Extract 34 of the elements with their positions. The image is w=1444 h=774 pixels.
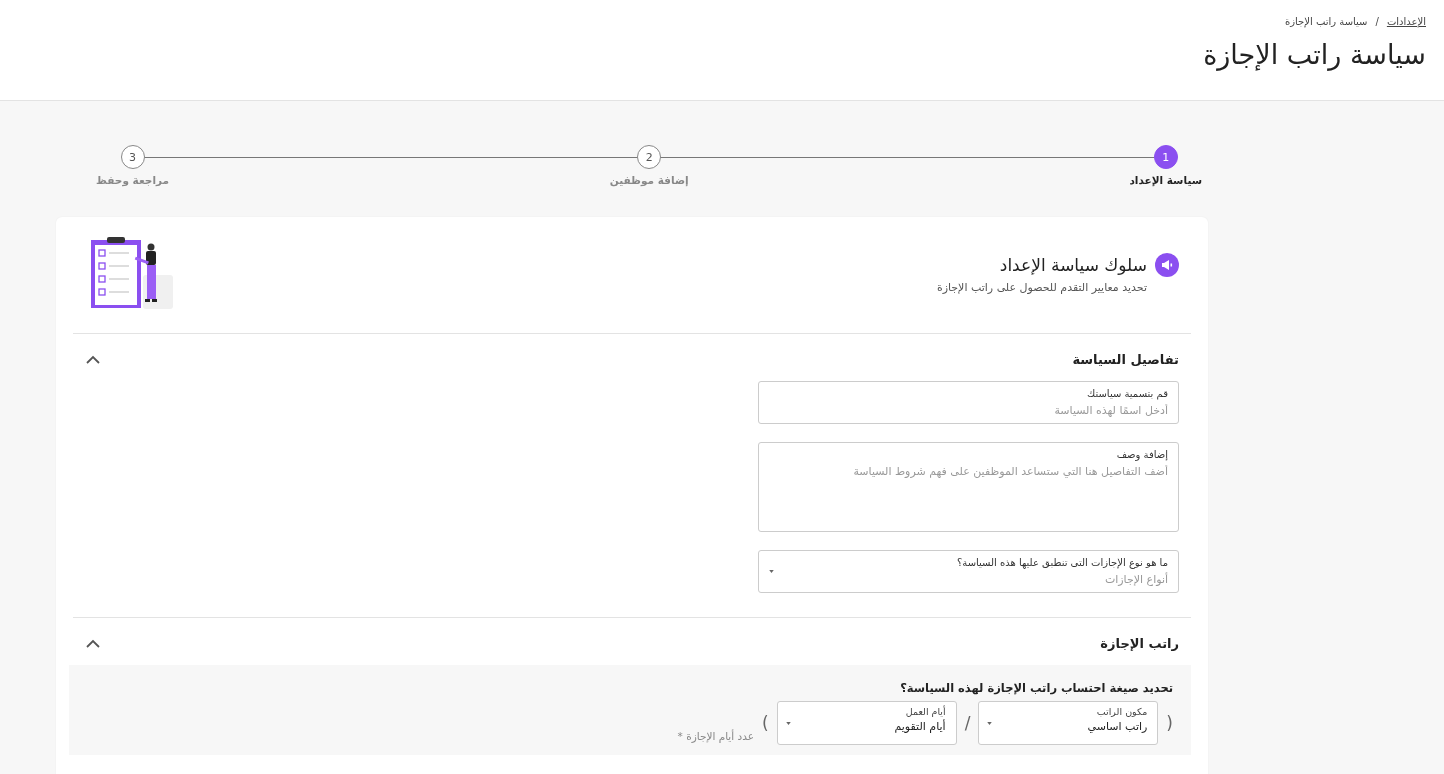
dropdown-value: راتب اساسي xyxy=(1087,720,1148,733)
collapse-icon[interactable] xyxy=(85,354,101,365)
caret-icon xyxy=(987,722,993,725)
formula-question: تحديد صيغة احتساب راتب الإجازة لهذه السياسة؟ xyxy=(899,681,1173,695)
breadcrumb-separator: / xyxy=(1375,16,1379,27)
dropdown-placeholder: أنواع الإجازات xyxy=(1104,573,1168,586)
step-label[interactable]: سياسة الإعداد xyxy=(1129,174,1202,186)
field-label: ما هو نوع الإجازات التى تنطبق عليها هذه السياسة؟ xyxy=(955,557,1168,568)
step-number[interactable]: 1 xyxy=(1153,145,1178,169)
intro-subtitle: تحديد معايير التقدم للحصول على راتب الإجازة xyxy=(936,280,1147,294)
leave-type-dropdown[interactable]: ما هو نوع الإجازات التى تنطبق عليها هذه السياسة؟ أنواع الإجازات xyxy=(758,550,1179,593)
dropdown-label: مكون الراتب xyxy=(1095,706,1148,717)
caret-icon xyxy=(769,570,774,573)
section-title: راتب الإجازة xyxy=(1100,636,1179,651)
open-parenthesis: ( xyxy=(1166,713,1173,733)
close-parenthesis: ) xyxy=(762,713,769,733)
intro-title: سلوك سياسة الإعداد xyxy=(999,254,1147,275)
step-number[interactable]: 2 xyxy=(637,145,662,169)
dropdown-value: أيام التقويم xyxy=(894,720,946,733)
divide-sign: / xyxy=(964,713,971,733)
breadcrumb-link[interactable]: الإعدادات xyxy=(1386,16,1426,27)
step-number[interactable]: 3 xyxy=(120,145,145,169)
caret-icon xyxy=(785,722,791,725)
formula-dropdown[interactable]: مكون الراتب راتب اساسي xyxy=(978,701,1159,745)
page-title: سياسة راتب الإجازة xyxy=(1203,39,1426,70)
collapse-icon[interactable] xyxy=(85,638,101,649)
formula-dropdown[interactable]: أيام العمل أيام التقويم xyxy=(776,701,957,745)
field-label: إضافة وصف xyxy=(1115,449,1168,460)
field-label: قم بتسمية سياستك xyxy=(1086,388,1168,399)
section-title: تفاصيل السياسة xyxy=(1072,352,1179,367)
breadcrumb-current: سياسة راتب الإجازة xyxy=(1284,16,1368,27)
dropdown-label: أيام العمل xyxy=(904,706,946,717)
formula-result-label: عدد أيام الإجازة * xyxy=(677,730,754,742)
megaphone-icon xyxy=(1155,252,1179,277)
